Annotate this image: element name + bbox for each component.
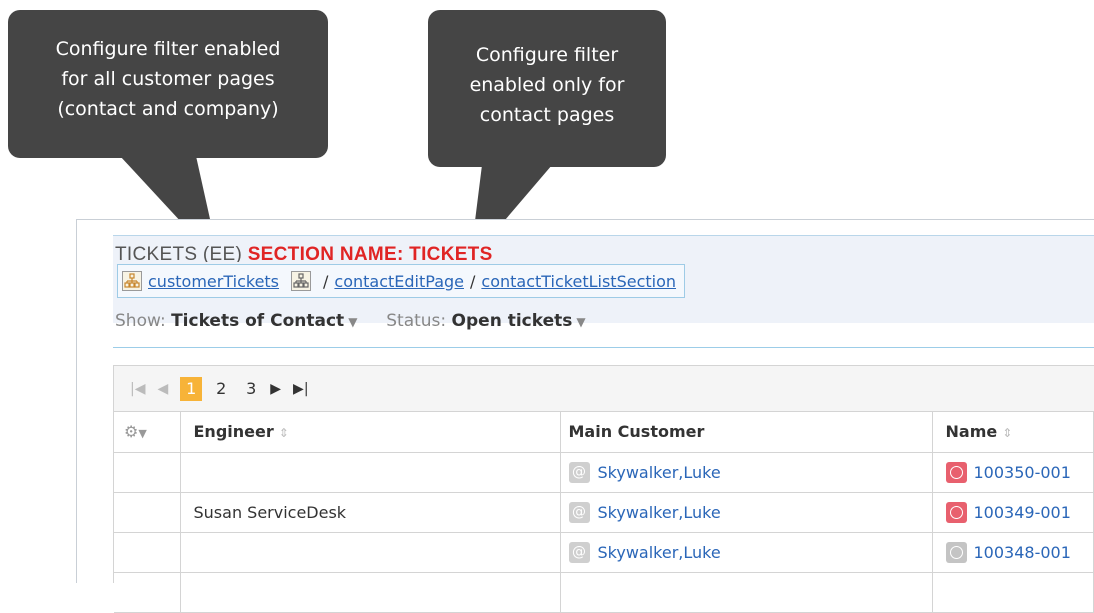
org-tree-icon[interactable] — [291, 271, 312, 291]
chevron-down-icon: ▼ — [348, 315, 358, 329]
status-filter-dropdown[interactable]: Status: Open tickets ▼ — [386, 311, 585, 331]
sort-icon: ⇕ — [278, 426, 289, 441]
pager: |◀ ◀ 1 2 3 ▶ ▶| — [114, 366, 1094, 412]
ticket-link[interactable]: 100349-001 — [974, 503, 1071, 522]
breadcrumb-link-contact-ticket-list-section[interactable]: contactTicketListSection — [481, 272, 676, 291]
callout-line: (contact and company) — [57, 98, 279, 120]
name-cell: 100349-001 — [932, 492, 1094, 533]
callout-line: Configure filter enabled — [55, 38, 281, 60]
next-page-icon[interactable]: ▶ — [270, 381, 281, 397]
prev-page-icon[interactable]: ◀ — [157, 381, 168, 397]
filter-bar: Show: Tickets of Contact ▼ Status: Open t… — [115, 311, 586, 331]
callout-line: for all customer pages — [61, 68, 275, 90]
org-tree-icon[interactable] — [122, 271, 142, 291]
row-settings-cell — [114, 492, 181, 533]
show-filter-value: Tickets of Contact — [171, 311, 345, 331]
customer-link[interactable]: Skywalker,Luke — [598, 463, 721, 482]
show-filter-label: Show: — [115, 311, 166, 331]
ticket-status-icon — [945, 541, 967, 563]
ticket-status-icon — [945, 501, 967, 523]
engineer-cell: Susan ServiceDesk — [180, 492, 561, 533]
engineer-cell — [180, 532, 561, 573]
chevron-down-icon: ▼ — [576, 315, 586, 329]
column-header-label: Main Customer — [568, 422, 705, 442]
page-3-button[interactable]: 3 — [240, 377, 262, 401]
status-filter-value: Open tickets — [451, 311, 573, 331]
breadcrumb-link-contact-edit-page[interactable]: contactEditPage — [334, 272, 464, 291]
tickets-table: ⚙▼ Engineer ⇕ Main Customer Name ⇕ @ Sky… — [114, 412, 1094, 613]
column-header-engineer[interactable]: Engineer ⇕ — [180, 412, 561, 453]
tickets-grid: |◀ ◀ 1 2 3 ▶ ▶| ⚙▼ Engineer ⇕ Main Custom… — [113, 365, 1094, 613]
callout-all-customer-pages: Configure filter enabled for all custome… — [8, 10, 328, 158]
table-header-row: ⚙▼ Engineer ⇕ Main Customer Name ⇕ — [114, 412, 1094, 453]
customer-cell: @ Skywalker,Luke — [560, 532, 933, 573]
section-title: TICKETS (EE) SECTION NAME: TICKETS — [115, 244, 493, 262]
page-2-button[interactable]: 2 — [210, 377, 232, 401]
ticket-link[interactable]: 100348-001 — [974, 543, 1071, 562]
ticket-status-icon — [945, 461, 967, 483]
contact-icon: @ — [568, 501, 590, 523]
section-name: SECTION NAME: TICKETS — [247, 244, 493, 262]
customer-link[interactable]: Skywalker,Luke — [598, 543, 721, 562]
table-row[interactable] — [114, 572, 1094, 613]
callout-line: enabled only for — [469, 74, 625, 96]
sort-icon: ⇕ — [1002, 426, 1013, 441]
column-header-main-customer[interactable]: Main Customer — [560, 412, 933, 453]
ticket-section-panel: TICKETS (EE) SECTION NAME: TICKETS custo… — [76, 219, 1094, 613]
customer-cell: @ Skywalker,Luke — [560, 492, 933, 533]
table-row[interactable]: @ Skywalker,Luke 100348-001 — [114, 532, 1094, 573]
divider — [113, 347, 1094, 348]
contact-icon: @ — [568, 541, 590, 563]
contact-icon: @ — [568, 461, 590, 483]
name-cell: 100348-001 — [932, 532, 1094, 573]
breadcrumb-link-customer-tickets[interactable]: customerTickets — [148, 272, 279, 291]
section-title-prefix: TICKETS (EE) — [115, 244, 248, 262]
table-row[interactable]: Susan ServiceDesk @ Skywalker,Luke 100349… — [114, 492, 1094, 533]
table-row[interactable]: @ Skywalker,Luke 100350-001 — [114, 452, 1094, 493]
last-page-icon[interactable]: ▶| — [293, 381, 308, 397]
engineer-cell — [180, 452, 561, 493]
name-cell: 100350-001 — [932, 452, 1094, 493]
column-header-label: Name — [945, 422, 998, 442]
breadcrumb-separator: / — [323, 271, 329, 291]
breadcrumb-separator: / — [470, 271, 476, 291]
column-header-label: Engineer — [193, 422, 274, 442]
column-settings[interactable]: ⚙▼ — [114, 412, 181, 453]
customer-link[interactable]: Skywalker,Luke — [598, 503, 721, 522]
row-settings-cell — [114, 532, 181, 573]
gear-icon[interactable]: ⚙▼ — [124, 422, 147, 441]
callout-line: contact pages — [479, 104, 615, 126]
callout-contact-pages: Configure filter enabled only for contac… — [428, 10, 666, 167]
status-filter-label: Status: — [386, 311, 447, 331]
page-1-button[interactable]: 1 — [180, 376, 203, 401]
first-page-icon[interactable]: |◀ — [130, 381, 145, 397]
customer-cell: @ Skywalker,Luke — [560, 452, 933, 493]
breadcrumb: customerTickets / contactEditPage / cont… — [117, 264, 686, 298]
row-settings-cell — [114, 452, 181, 493]
column-header-name[interactable]: Name ⇕ — [932, 412, 1094, 453]
ticket-link[interactable]: 100350-001 — [974, 463, 1071, 482]
callout-line: Configure filter — [475, 44, 619, 66]
show-filter-dropdown[interactable]: Show: Tickets of Contact ▼ — [115, 311, 363, 331]
